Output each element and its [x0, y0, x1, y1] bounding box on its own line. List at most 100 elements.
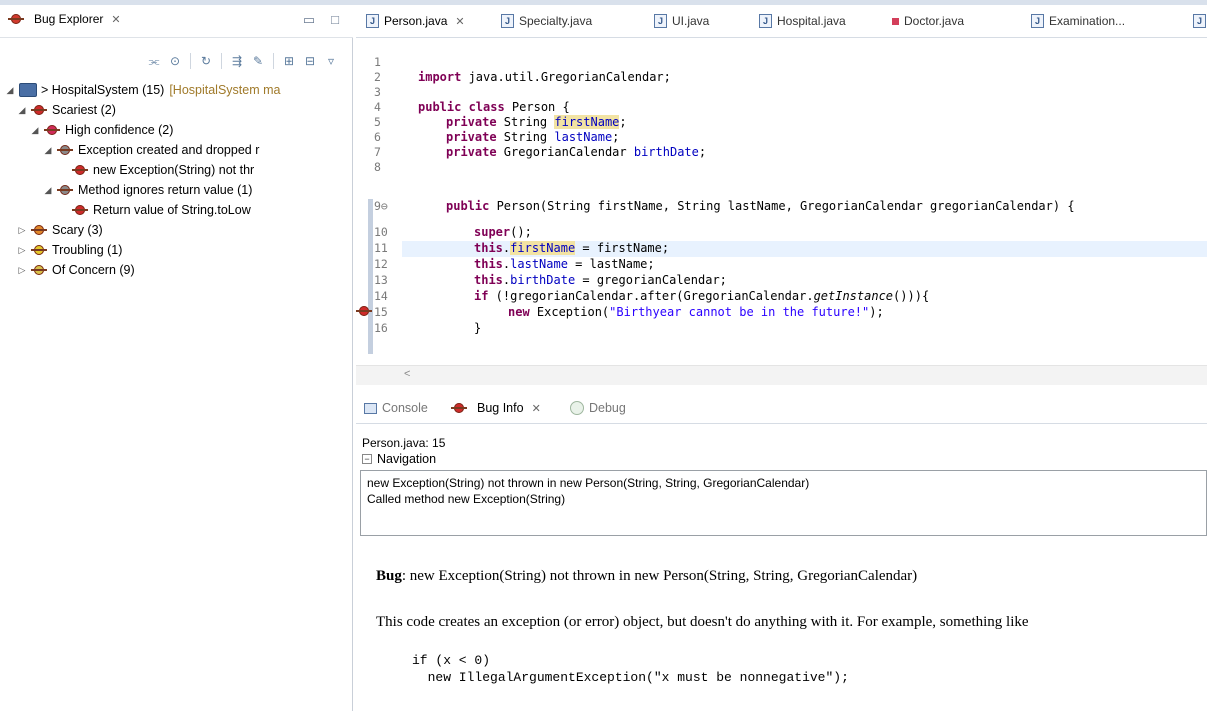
field-name: lastName: [510, 257, 568, 271]
tree-node-scary[interactable]: ▷ Scary (3): [16, 220, 353, 240]
tab-doctor-java[interactable]: Doctor.java: [892, 14, 964, 28]
keyword: this: [474, 241, 503, 255]
static-method: getInstance: [813, 289, 894, 303]
expanded-icon[interactable]: ◢: [29, 125, 41, 136]
expanded-icon[interactable]: ◢: [16, 105, 28, 116]
code-text: Exception(: [529, 305, 610, 319]
tree-node-of-concern[interactable]: ▷ Of Concern (9): [16, 260, 353, 280]
edit-icon[interactable]: ✎: [250, 53, 266, 69]
minimize-button[interactable]: ▭: [303, 12, 315, 28]
tab-label: UI.java: [672, 14, 710, 28]
tab-debug[interactable]: Debug: [570, 401, 626, 415]
tree-node-bug-instance[interactable]: Return value of String.toLow: [72, 200, 353, 220]
navigation-item[interactable]: Called method new Exception(String): [367, 491, 1200, 507]
code-text: String: [496, 115, 555, 129]
bug-info-icon: [451, 401, 467, 415]
toolbar-separator: [273, 53, 274, 69]
keyword: public class: [418, 100, 505, 114]
filter-icon[interactable]: ⫘: [146, 53, 162, 69]
bug-pattern-icon: [57, 143, 73, 157]
tab-hospital-java[interactable]: J Hospital.java: [759, 14, 846, 28]
search-icon[interactable]: ⊙: [167, 53, 183, 69]
bug-info-view: Console Bug Info ✕ Debug Person.java: 15…: [356, 390, 1207, 711]
refresh-icon[interactable]: ↻: [198, 53, 214, 69]
tree-node-label: new Exception(String) not thr: [93, 163, 255, 177]
expanded-icon[interactable]: ◢: [42, 145, 54, 156]
code-text: );: [869, 305, 884, 319]
collapsed-icon[interactable]: ▷: [16, 265, 28, 276]
code-text: (!gregorianCalendar.after(GregorianCalen…: [488, 289, 814, 303]
tree-node-project[interactable]: ◢ > HospitalSystem (15) [HospitalSystem …: [4, 80, 353, 100]
collapsed-icon[interactable]: ▷: [16, 245, 28, 256]
tab-specialty-java[interactable]: J Specialty.java: [501, 14, 592, 28]
bug-explorer-toolbar: ⫘ ⊙ ↻ ⇶ ✎ ⊞ ⊟ ▿: [0, 53, 353, 77]
line-number: 8: [374, 160, 381, 174]
group-icon[interactable]: ⇶: [229, 53, 245, 69]
tab-label: Examination...: [1049, 14, 1126, 28]
tab-label: Doctor.java: [904, 14, 965, 28]
code-text: Person {: [504, 100, 570, 114]
tab-person-java[interactable]: J Person.java ✕: [366, 14, 465, 28]
collapse-icon[interactable]: −: [362, 454, 372, 464]
string-literal: "Birthyear cannot be in the future!": [609, 305, 870, 319]
tab-bug-info[interactable]: Bug Info ✕: [451, 401, 541, 415]
tree-node-troubling[interactable]: ▷ Troubling (1): [16, 240, 353, 260]
view-menu-icon[interactable]: ▿: [323, 53, 339, 69]
editor-tab-bar: J Person.java ✕ J Specialty.java J UI.ja…: [356, 5, 1207, 38]
code-line: private String lastName;: [446, 130, 619, 145]
bug-explorer-view: Bug Explorer ✕ ▭ □ ⫘ ⊙ ↻ ⇶ ✎ ⊞ ⊟ ▿ ◢ > H…: [0, 5, 353, 711]
maximize-button[interactable]: □: [331, 12, 339, 28]
keyword: this: [474, 273, 503, 287]
java-file-icon: J: [501, 14, 514, 28]
field-name: firstName: [554, 115, 620, 129]
tree-node-scariest[interactable]: ◢ Scariest (2): [16, 100, 353, 120]
line-number: 6: [374, 130, 381, 144]
tree-node-bug-pattern[interactable]: ◢ Exception created and dropped r: [42, 140, 353, 160]
expanded-icon[interactable]: ◢: [42, 185, 54, 196]
bug-pattern-icon: [57, 183, 73, 197]
line-number: 11: [374, 241, 388, 255]
bug-explanation: This code creates an exception (or error…: [376, 614, 1029, 630]
bug-explorer-tab-bar: Bug Explorer ✕ ▭ □: [0, 5, 353, 38]
navigation-section-header[interactable]: − Navigation: [362, 452, 436, 466]
line-number: 12: [374, 257, 388, 271]
tree-node-bug-instance[interactable]: new Exception(String) not thr: [72, 160, 353, 180]
expand-all-icon[interactable]: ⊞: [281, 53, 297, 69]
tree-node-high-confidence[interactable]: ◢ High confidence (2): [29, 120, 353, 140]
bug-explorer-tab[interactable]: Bug Explorer ✕: [8, 12, 121, 26]
tab-ui-java[interactable]: J UI.java: [654, 14, 709, 28]
line-number[interactable]: 9⊖: [374, 199, 400, 214]
bug-description: Bug: new Exception(String) not thrown in…: [356, 536, 1207, 711]
line-number: 3: [374, 85, 381, 99]
bug-location: Person.java: 15: [362, 436, 446, 450]
close-icon[interactable]: ✕: [455, 15, 464, 28]
tab-console[interactable]: Console: [364, 401, 428, 415]
horizontal-scrollbar[interactable]: <: [356, 365, 1207, 385]
bug-red-icon: [72, 203, 88, 217]
tab-label: Person.java: [384, 14, 448, 28]
tab-overflow[interactable]: J: [1193, 14, 1206, 28]
bug-explorer-title: Bug Explorer: [34, 12, 104, 26]
debug-icon: [570, 401, 584, 415]
tree-node-decoration: [HospitalSystem ma: [169, 83, 281, 97]
close-icon[interactable]: ✕: [532, 402, 541, 415]
bug-marker-icon[interactable]: [356, 304, 372, 318]
scroll-left-icon[interactable]: <: [404, 368, 410, 380]
expanded-icon[interactable]: ◢: [4, 85, 16, 96]
field-name: birthDate: [510, 273, 576, 287]
collapsed-icon[interactable]: ▷: [16, 225, 28, 236]
collapse-all-icon[interactable]: ⊟: [302, 53, 318, 69]
line-number: 2: [374, 70, 381, 84]
navigation-item[interactable]: new Exception(String) not thrown in new …: [367, 475, 1200, 491]
navigation-label: Navigation: [377, 452, 437, 466]
java-editor: J Person.java ✕ J Specialty.java J UI.ja…: [356, 5, 1207, 385]
tree-node-bug-pattern[interactable]: ◢ Method ignores return value (1): [42, 180, 353, 200]
code-text: = lastName;: [567, 257, 655, 271]
line-number: 14: [374, 289, 388, 303]
line-number: 15: [374, 305, 388, 319]
tab-examination-java[interactable]: J Examination...: [1031, 14, 1125, 28]
close-icon[interactable]: ✕: [111, 13, 120, 26]
code-line: this.lastName = lastName;: [474, 257, 655, 272]
code-area[interactable]: 1 2 3 4 5 6 7 8 9⊖ 10 11 12 13 14 15 16 …: [356, 55, 1207, 365]
tree-node-label: > HospitalSystem (15): [41, 83, 165, 97]
